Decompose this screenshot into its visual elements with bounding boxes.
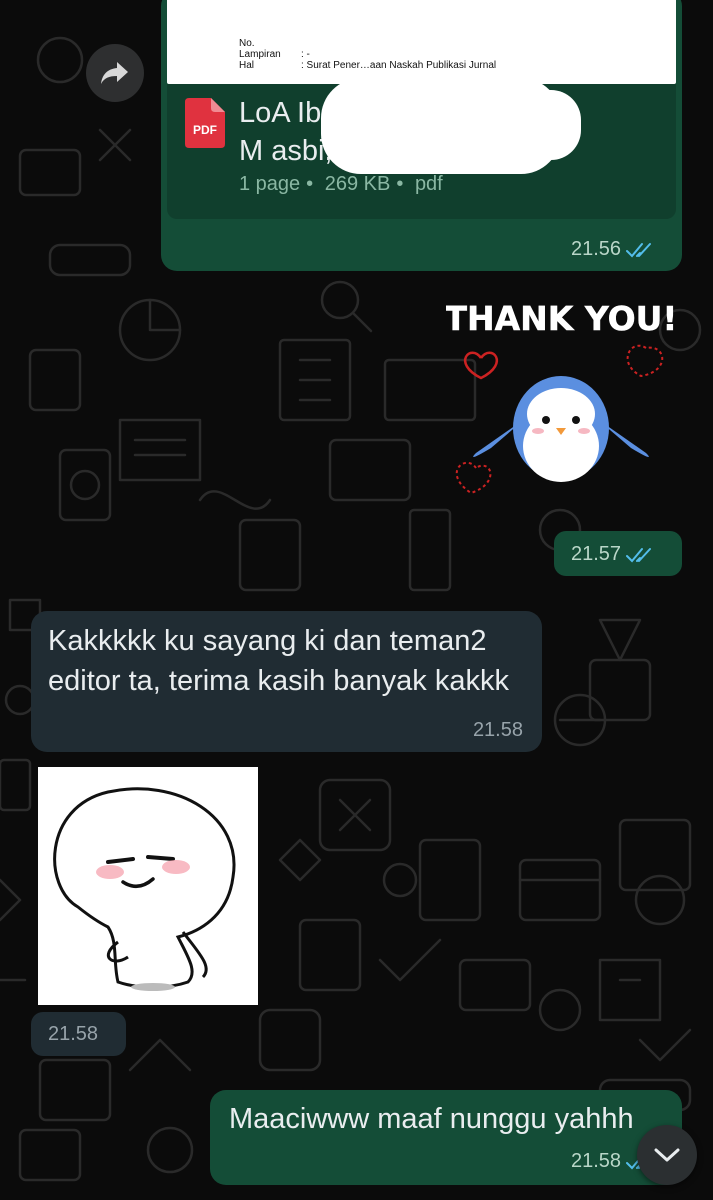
document-message-bubble[interactable]: No. Lampiran: - Hal: Surat Pener…aan Nas… (161, 0, 682, 271)
incoming-sticker-time: 21.58 (48, 1023, 99, 1045)
scroll-to-bottom-button[interactable] (637, 1125, 697, 1185)
doc-page-count: 1 page (239, 173, 301, 195)
forward-button[interactable] (86, 44, 144, 102)
forward-arrow-icon (101, 62, 128, 84)
thank-you-sticker[interactable]: THANK YOU! (444, 288, 678, 508)
pdf-file-icon: PDF (185, 98, 225, 148)
incoming-sticker-timestamp-pill: 21.58 (31, 1012, 126, 1056)
sticker-time: 21.57 (571, 543, 622, 565)
preview-line-no: No. (239, 38, 255, 49)
preview-line-lampiran: Lampiran: - (239, 49, 310, 60)
thank-you-text: THANK YOU! (446, 299, 676, 338)
doc-file-type: pdf (414, 173, 443, 195)
outgoing-message-bubble[interactable]: Maaciwww maaf nunggu yahhh 21.58 (210, 1090, 682, 1185)
outgoing-message-text: Maaciwww maaf nunggu yahhh (229, 1103, 634, 1135)
penguin-icon (473, 376, 649, 482)
double-check-icon (626, 547, 652, 562)
incoming-message-text: Kakkkkk ku sayang ki dan teman2 editor t… (48, 625, 509, 697)
heart-dashed-icon (455, 461, 492, 495)
document-preview[interactable]: No. Lampiran: - Hal: Surat Pener…aan Nas… (167, 0, 676, 84)
chevron-down-icon (654, 1148, 680, 1162)
incoming-message-time: 21.58 (472, 719, 523, 741)
document-timestamp: 21.56 (571, 238, 652, 261)
smiling-blob-sticker (53, 787, 236, 991)
doc-file-size: 269 KB (324, 173, 391, 195)
redaction-mark (461, 90, 581, 160)
pdf-icon-label: PDF (193, 123, 217, 137)
sticker-timestamp-pill: 21.57 (554, 531, 682, 576)
heart-dashed-icon (626, 344, 664, 378)
incoming-message-bubble[interactable]: Kakkkkk ku sayang ki dan teman2 editor t… (31, 611, 542, 752)
document-meta: 1 page • 269 KB • pdf (239, 173, 443, 195)
preview-line-hal: Hal: Surat Pener…aan Naskah Publikasi Ju… (239, 60, 497, 71)
incoming-sticker[interactable] (38, 767, 258, 1005)
double-check-icon (626, 242, 652, 257)
heart-outline-icon (464, 351, 498, 380)
